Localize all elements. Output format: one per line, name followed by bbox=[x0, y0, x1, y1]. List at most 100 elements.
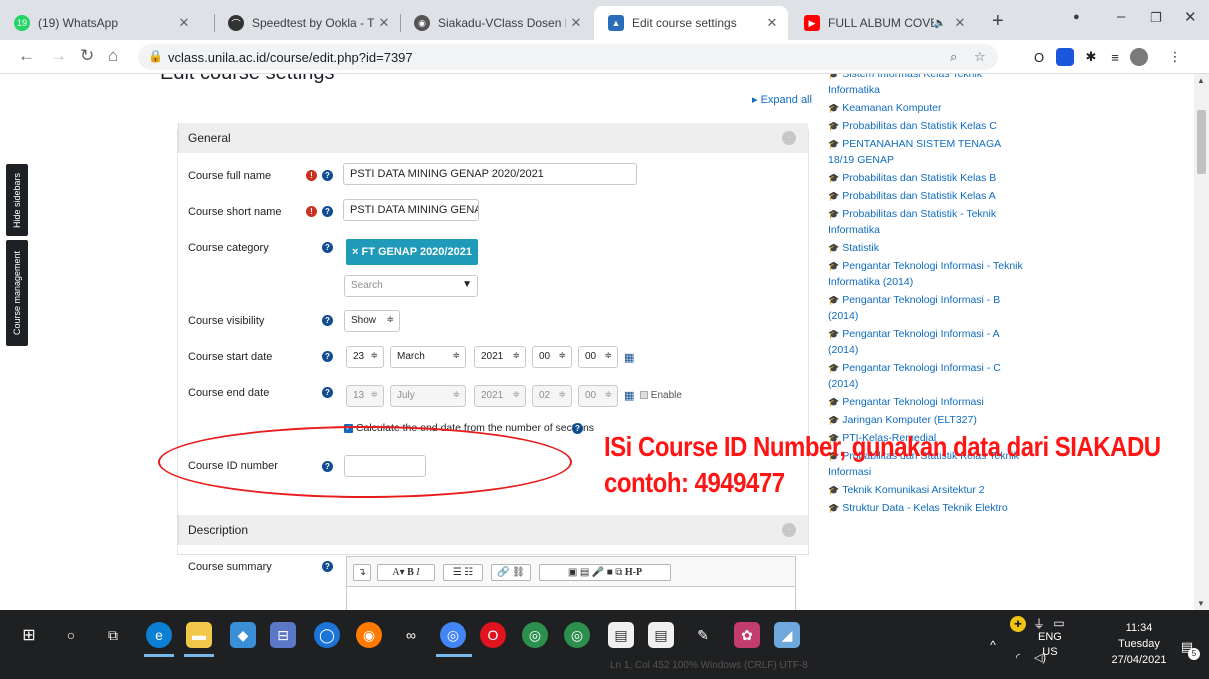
start-minute-select[interactable]: 00 ≑ bbox=[578, 346, 618, 368]
course-link[interactable]: 🎓 Statistik bbox=[828, 240, 1028, 256]
file-explorer-icon[interactable]: ▬ bbox=[186, 622, 212, 648]
notepad-icon[interactable]: ▤ bbox=[608, 622, 634, 648]
close-icon[interactable]: ✕ bbox=[374, 15, 394, 31]
app-icon[interactable]: ◢ bbox=[774, 622, 800, 648]
end-minute-select[interactable]: 00 ≑ bbox=[578, 385, 618, 407]
course-link[interactable]: 🎓 Struktur Data - Kelas Teknik Elektro bbox=[828, 500, 1028, 516]
general-section-header[interactable]: General · bbox=[178, 123, 808, 153]
reload-icon[interactable]: ↻ bbox=[80, 46, 94, 66]
start-month-select[interactable]: March ≑ bbox=[390, 346, 466, 368]
lock-icon[interactable]: 🔒 bbox=[148, 49, 163, 63]
help-icon[interactable]: ? bbox=[322, 351, 333, 362]
firefox-icon[interactable]: ◉ bbox=[356, 622, 382, 648]
bookmark-star-icon[interactable]: ☆ bbox=[974, 49, 986, 65]
collapse-icon[interactable]: · bbox=[782, 523, 796, 537]
zoom-icon[interactable]: ⌕ bbox=[950, 49, 957, 65]
visibility-select[interactable]: Show ≑ bbox=[344, 310, 400, 332]
scroll-up-icon[interactable]: ▲ bbox=[1197, 76, 1205, 85]
window-close-button[interactable]: ✕ bbox=[1184, 8, 1197, 26]
app-icon[interactable]: ✎ bbox=[690, 622, 716, 648]
address-bar[interactable]: 🔒 vclass.unila.ac.id/course/edit.php?id=… bbox=[138, 44, 998, 70]
page-scrollbar[interactable]: ▲ ▼ bbox=[1194, 74, 1209, 610]
course-link[interactable]: 🎓 Teknik Komunikasi Arsitektur 2 bbox=[828, 482, 1028, 498]
help-icon[interactable]: ? bbox=[322, 387, 333, 398]
start-hour-select[interactable]: 00 ≑ bbox=[532, 346, 572, 368]
chevron-up-icon[interactable]: ^ bbox=[984, 636, 1002, 654]
course-link[interactable]: 🎓 Pengantar Teknologi Informasi - A (2014… bbox=[828, 326, 1028, 358]
end-hour-select[interactable]: 02 ≑ bbox=[532, 385, 572, 407]
paint-icon[interactable]: ✿ bbox=[734, 622, 760, 648]
chrome-profile-icon[interactable]: ◎ bbox=[564, 622, 590, 648]
extensions-puzzle-icon[interactable]: ✱ bbox=[1082, 48, 1100, 66]
toolbar-media-button[interactable]: ▣ ▤ 🎤 ■ ⧉ H-P bbox=[539, 564, 671, 581]
end-day-select[interactable]: 13 ≑ bbox=[346, 385, 384, 407]
start-day-select[interactable]: 23 ≑ bbox=[346, 346, 384, 368]
chrome-icon[interactable]: ◎ bbox=[440, 622, 466, 648]
course-link[interactable]: 🎓 Probabilitas dan Statistik Kelas B bbox=[828, 170, 1028, 186]
calendar-icon[interactable]: ▦ bbox=[624, 351, 634, 364]
minimize-button[interactable]: – bbox=[1117, 8, 1125, 25]
app-tray-icon[interactable]: ✚ bbox=[1010, 616, 1026, 632]
course-link[interactable]: 🎓 Pengantar Teknologi Informasi - B (2014… bbox=[828, 292, 1028, 324]
course-management-tab[interactable]: Course management bbox=[6, 240, 28, 346]
scroll-down-icon[interactable]: ▼ bbox=[1197, 599, 1205, 608]
app-icon[interactable]: ∞ bbox=[398, 622, 424, 648]
toolbar-list-button[interactable]: ☰ ☷ bbox=[443, 564, 483, 581]
course-link[interactable]: 🎓 PENTANAHAN SISTEM TENAGA 18/19 GENAP bbox=[828, 136, 1028, 168]
edge-icon[interactable]: e bbox=[146, 622, 172, 648]
course-link[interactable]: 🎓 Probabilitas dan Statistik Kelas A bbox=[828, 188, 1028, 204]
avatar[interactable] bbox=[1130, 48, 1148, 66]
course-short-name-input[interactable]: PSTI DATA MINING GENA bbox=[343, 199, 479, 221]
maximize-button[interactable]: ❐ bbox=[1150, 10, 1162, 26]
close-icon[interactable]: ✕ bbox=[566, 15, 586, 31]
forward-icon[interactable]: → bbox=[50, 46, 67, 66]
course-link[interactable]: 🎓 Pengantar Teknologi Informasi - Teknik … bbox=[828, 258, 1028, 290]
close-icon[interactable]: ✕ bbox=[762, 15, 782, 31]
course-link[interactable]: 🎓 Sistem Informasi Kelas Teknik Informati… bbox=[828, 74, 1028, 98]
course-link[interactable]: 🎓 Pengantar Teknologi Informasi - C (2014… bbox=[828, 360, 1028, 392]
toolbar-toggle-button[interactable]: ↴ bbox=[353, 564, 371, 581]
tab-speedtest[interactable]: ⌒ Speedtest by Ookla - The Glo ✕ bbox=[214, 6, 400, 40]
tab-youtube[interactable]: ▶ FULL ALBUM COVER FELI 🔈 ✕ bbox=[790, 6, 976, 40]
menu-kebab-icon[interactable]: ⋮ bbox=[1166, 48, 1184, 66]
extension-opera-icon[interactable]: Ο bbox=[1030, 48, 1048, 66]
tab-siakadu[interactable]: ◉ Siakadu-VClass Dosen Pengaj ✕ bbox=[400, 6, 592, 40]
course-full-name-input[interactable]: PSTI DATA MINING GENAP 2020/2021 bbox=[343, 163, 637, 185]
input-language[interactable]: ENG US bbox=[1038, 630, 1062, 660]
help-icon[interactable]: ? bbox=[322, 561, 333, 572]
course-link[interactable]: 🎓 Keamanan Komputer bbox=[828, 100, 1028, 116]
wifi-icon[interactable]: ◜ bbox=[1008, 648, 1028, 666]
reading-list-icon[interactable]: ≡ bbox=[1106, 48, 1124, 66]
help-icon[interactable]: ? bbox=[572, 423, 583, 434]
end-month-select[interactable]: July ≑ bbox=[390, 385, 466, 407]
opera-icon[interactable]: O bbox=[480, 622, 506, 648]
course-link[interactable]: 🎓 Pengantar Teknologi Informasi bbox=[828, 394, 1028, 410]
windows-start-icon[interactable]: ⊞ bbox=[16, 622, 42, 648]
calendar-icon[interactable]: ▦ bbox=[624, 389, 634, 402]
course-summary-editor[interactable] bbox=[346, 586, 796, 610]
end-enable-checkbox[interactable]: Enable bbox=[640, 390, 682, 401]
new-tab-button[interactable]: + bbox=[992, 10, 1004, 33]
end-year-select[interactable]: 2021 ≑ bbox=[474, 385, 526, 407]
back-icon[interactable]: ← bbox=[18, 46, 35, 66]
course-link[interactable]: 🎓 Jaringan Komputer (ELT327) bbox=[828, 412, 1028, 428]
search-icon[interactable]: ○ bbox=[58, 622, 84, 648]
category-search-input[interactable]: Search ▼ bbox=[344, 275, 478, 297]
close-icon[interactable]: ✕ bbox=[174, 15, 194, 31]
course-link[interactable]: 🎓 Probabilitas dan Statistik Kelas C bbox=[828, 118, 1028, 134]
description-section-header[interactable]: Description · bbox=[178, 515, 808, 545]
notepad-icon[interactable]: ▤ bbox=[648, 622, 674, 648]
help-icon[interactable]: ? bbox=[322, 170, 333, 181]
start-year-select[interactable]: 2021 ≑ bbox=[474, 346, 526, 368]
network-app-icon[interactable]: ⊟ bbox=[270, 622, 296, 648]
help-icon[interactable]: ? bbox=[322, 242, 333, 253]
home-icon[interactable]: ⌂ bbox=[108, 46, 118, 66]
checkbox-box[interactable] bbox=[640, 391, 648, 400]
tab-edit-course-settings[interactable]: ▲ Edit course settings ✕ bbox=[594, 6, 788, 40]
close-icon[interactable]: ✕ bbox=[950, 15, 970, 31]
tab-whatsapp[interactable]: 19 (19) WhatsApp ✕ bbox=[0, 6, 200, 40]
collapse-icon[interactable]: · bbox=[782, 131, 796, 145]
toolbar-style-button[interactable]: A▾ B I bbox=[377, 564, 435, 581]
app-icon[interactable]: ◯ bbox=[314, 622, 340, 648]
course-link[interactable]: 🎓 Probabilitas dan Statistik - Teknik Inf… bbox=[828, 206, 1028, 238]
